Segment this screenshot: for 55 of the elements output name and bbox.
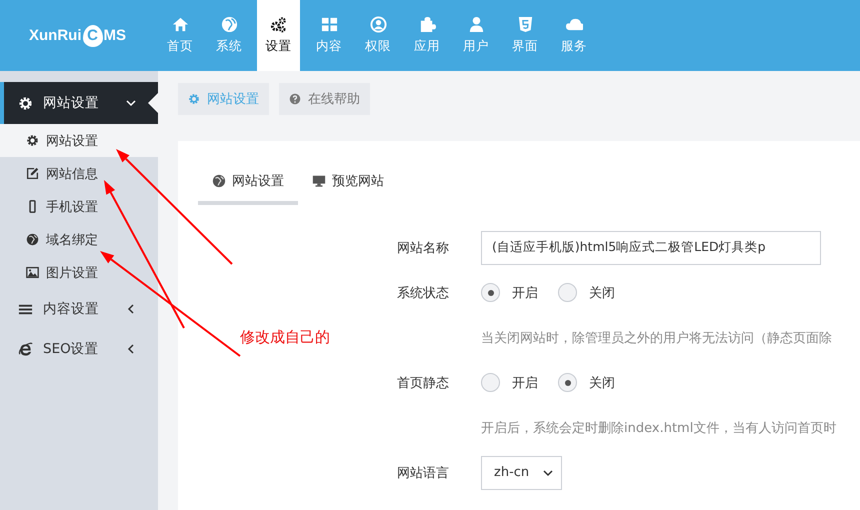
sidebar-group-header[interactable]: SEO设置: [0, 329, 158, 369]
nav-tab[interactable]: 设置: [257, 0, 300, 71]
browser-e-icon: [18, 342, 33, 356]
sidebar-group-header[interactable]: 内容设置: [0, 289, 158, 329]
logo-flame-badge: C: [82, 24, 102, 46]
language-dropdown[interactable]: zh-cn: [481, 456, 562, 490]
tab[interactable]: 网站设置: [198, 161, 298, 205]
question-circle-icon: [289, 93, 301, 105]
text-field[interactable]: (自适应手机版)html5响应式二极管LED灯具类p: [481, 230, 821, 264]
chevron-left-icon: [126, 344, 136, 354]
sidebar-group-label: SEO设置: [43, 340, 100, 358]
field-label: 系统状态: [396, 284, 450, 302]
pointer-notch-icon: [148, 93, 158, 113]
chevron-down-icon: [126, 98, 136, 108]
edit-icon: [26, 167, 39, 180]
logo-text: MS: [104, 27, 126, 44]
help-text: 当关闭网站时，除管理员之外的用户将无法访问（静态页面除: [481, 330, 832, 346]
chevron-left-icon: [126, 304, 136, 314]
home-icon: [172, 16, 188, 33]
caret-icon: [543, 468, 553, 478]
help-text: 开启后，系统会定时删除index.html文件，当有人访问首页时: [481, 420, 836, 436]
puzzle-icon: [418, 16, 436, 33]
field-label: 网站名称: [396, 240, 450, 256]
field-label: 网站语言: [396, 464, 450, 482]
sidebar-group-header[interactable]: 网站设置: [0, 82, 158, 124]
sidebar-item[interactable]: 手机设置: [0, 190, 158, 223]
radio-button[interactable]: [558, 373, 577, 392]
gear-icon: [26, 134, 39, 147]
logo-text: XunRui: [29, 27, 82, 44]
user-circle-icon: [370, 16, 386, 33]
html5-icon: [516, 16, 534, 33]
annotation-text: 修改成自己的: [240, 328, 330, 347]
sidebar-item[interactable]: 域名绑定: [0, 223, 158, 256]
user-icon: [468, 16, 484, 33]
radio-button[interactable]: [481, 283, 500, 302]
radio-label: 开启: [512, 374, 538, 392]
gear-icon: [18, 96, 33, 110]
tab[interactable]: 预览网站: [298, 161, 398, 205]
sidebar-group-label: 内容设置: [43, 300, 100, 318]
radio-label: 关闭: [589, 284, 615, 302]
sidebar-item[interactable]: 图片设置: [0, 256, 158, 289]
sidebar-item[interactable]: 网站信息: [0, 157, 158, 190]
breadcrumb-button[interactable]: 在线帮助: [279, 83, 370, 115]
sidebar-item[interactable]: 网站设置: [0, 124, 158, 157]
sidebar-group-label: 网站设置: [43, 94, 100, 112]
field-label: 首页静态: [396, 374, 450, 392]
picture-icon: [26, 266, 39, 279]
radio-button[interactable]: [558, 283, 577, 302]
radio-label: 开启: [512, 284, 538, 302]
radio-label: 关闭: [589, 374, 615, 392]
cloud-icon: [566, 16, 582, 33]
grid-icon: [320, 16, 338, 33]
monitor-icon: [312, 174, 326, 188]
radio-button[interactable]: [481, 373, 500, 392]
gear-icon: [188, 93, 200, 105]
